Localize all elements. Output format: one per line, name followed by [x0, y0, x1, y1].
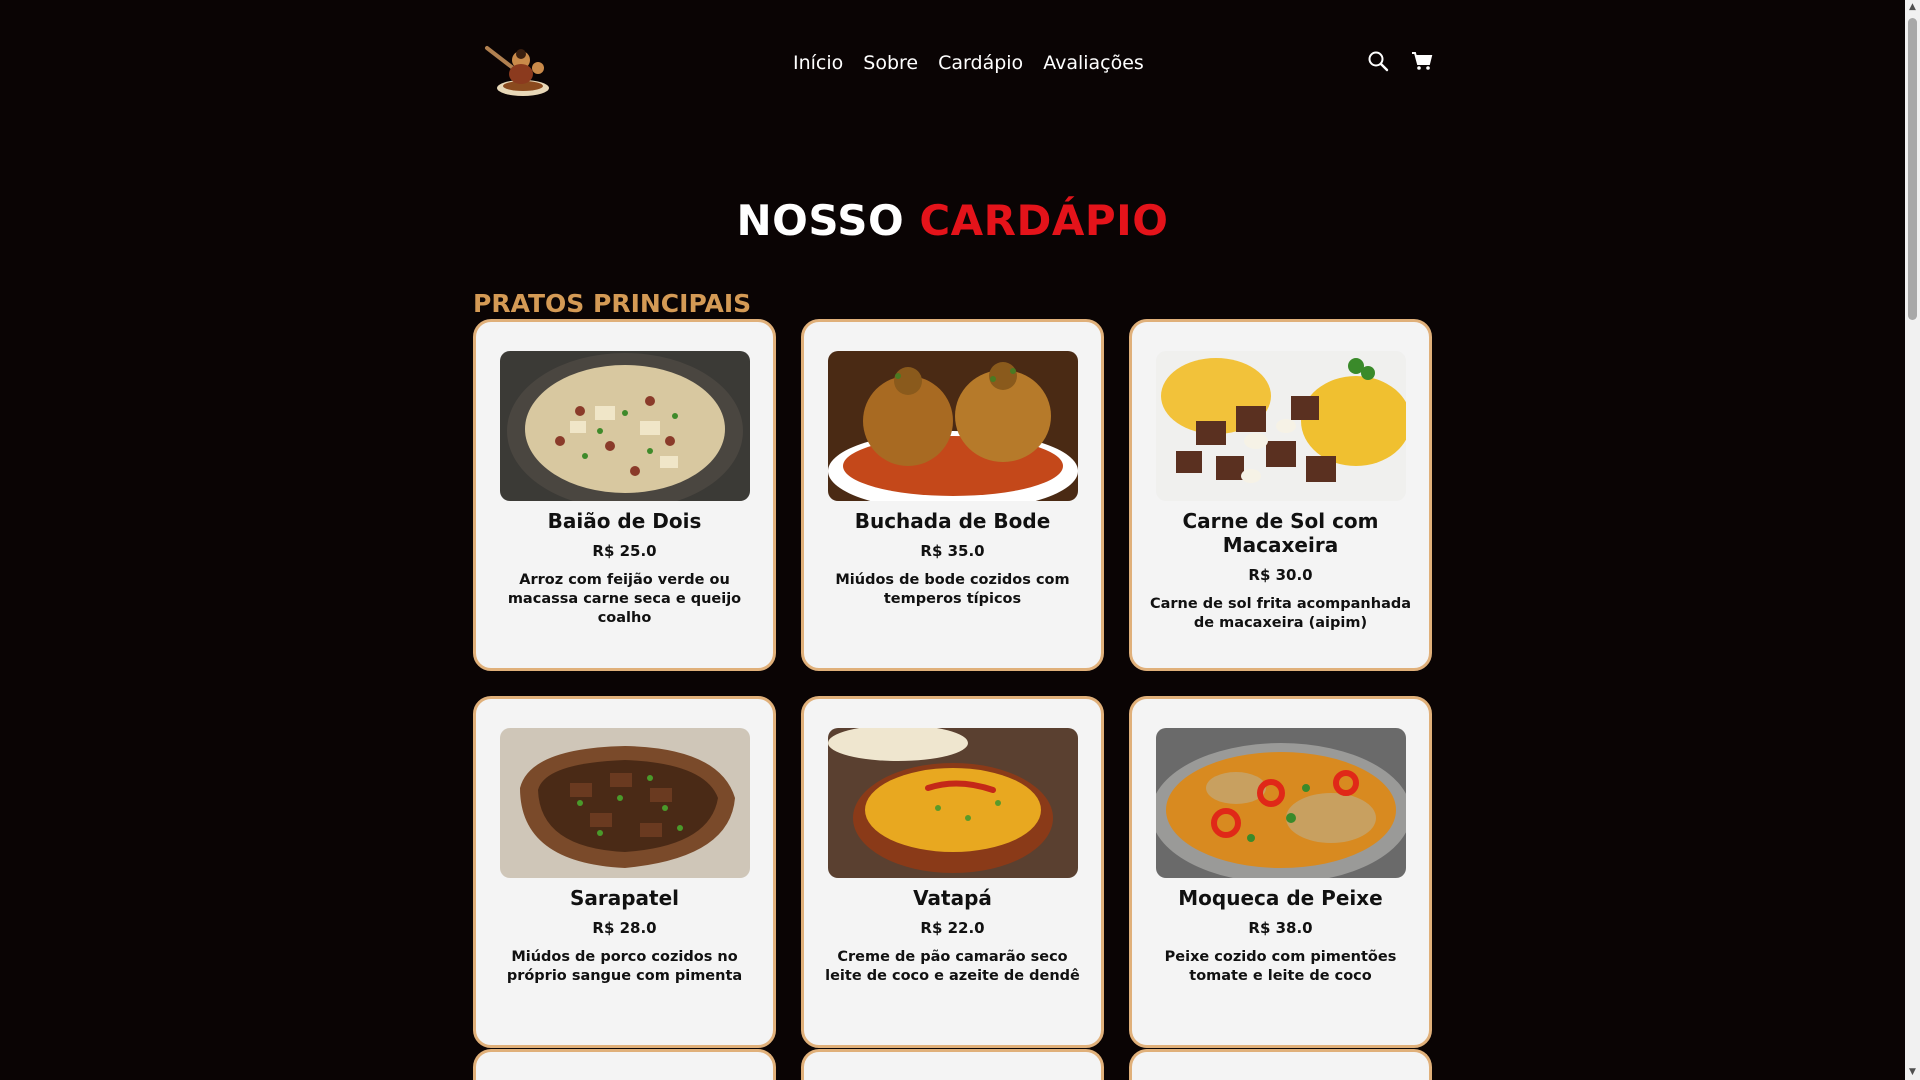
page: Início Sobre Cardápio Avaliações NOSSO C… [0, 0, 1905, 1080]
dish-price: R$ 28.0 [592, 919, 657, 937]
dish-image [1155, 728, 1406, 878]
dish-description: Creme de pão camarão seco leite de coco … [825, 949, 1080, 984]
scroll-up-arrow[interactable]: ▲ [1908, 3, 1917, 12]
dish-name: Carne de Sol com Macaxeira [1182, 509, 1379, 557]
dish-name: Buchada de Bode [854, 509, 1051, 533]
nav-link-avaliacoes[interactable]: Avaliações [1043, 52, 1144, 74]
nav-link-sobre[interactable]: Sobre [863, 52, 918, 74]
dish-description: Peixe cozido com pimentões tomate e leit… [1164, 949, 1397, 984]
cart-icon[interactable] [1411, 50, 1433, 72]
menu-grid-row-partial [473, 1049, 1432, 1080]
menu-card[interactable]: Buchada de Bode R$ 35.0 Miúdos de bode c… [801, 319, 1104, 671]
scroll-down-arrow[interactable]: ▼ [1908, 1068, 1917, 1077]
main-nav: Início Sobre Cardápio Avaliações [793, 52, 1144, 74]
dish-description: Carne de sol frita acompanhada de macaxe… [1149, 596, 1412, 631]
menu-card[interactable]: Sarapatel R$ 28.0 Miúdos de porco cozido… [473, 696, 776, 1048]
dish-image [827, 351, 1078, 501]
menu-card[interactable]: Moqueca de Peixe R$ 38.0 Peixe cozido co… [1129, 696, 1432, 1048]
dish-description: Miúdos de porco cozidos no próprio sangu… [506, 949, 743, 984]
nav-link-inicio[interactable]: Início [793, 52, 843, 74]
menu-card[interactable]: Carne de Sol com Macaxeira R$ 30.0 Carne… [1129, 319, 1432, 671]
dish-price: R$ 35.0 [920, 542, 985, 560]
nav-link-cardapio[interactable]: Cardápio [938, 52, 1023, 74]
page-scrollbar[interactable]: ▲ ▼ [1905, 0, 1920, 1080]
restaurant-logo[interactable] [483, 40, 557, 98]
menu-card[interactable] [1129, 1049, 1432, 1080]
dish-price: R$ 30.0 [1248, 566, 1313, 584]
menu-grid: Baião de Dois R$ 25.0 Arroz com feijão v… [473, 319, 1432, 1048]
scroll-thumb[interactable] [1908, 18, 1917, 320]
dish-image [499, 351, 750, 501]
site-header: Início Sobre Cardápio Avaliações [473, 30, 1433, 108]
page-title-part1: NOSSO [736, 196, 905, 246]
page-title-part2: CARDÁPIO [919, 196, 1169, 246]
dish-image [1155, 351, 1406, 501]
dish-price: R$ 25.0 [592, 542, 657, 560]
dish-price: R$ 22.0 [920, 919, 985, 937]
section-title: PRATOS PRINCIPAIS [473, 288, 752, 318]
dish-name: Vatapá [913, 886, 992, 910]
menu-card[interactable] [801, 1049, 1104, 1080]
menu-card[interactable]: Vatapá R$ 22.0 Creme de pão camarão seco… [801, 696, 1104, 1048]
header-actions [1367, 50, 1433, 72]
search-icon[interactable] [1367, 50, 1389, 72]
dish-image [499, 728, 750, 878]
dish-price: R$ 38.0 [1248, 919, 1313, 937]
dish-name: Sarapatel [569, 886, 680, 910]
menu-card[interactable]: Baião de Dois R$ 25.0 Arroz com feijão v… [473, 319, 776, 671]
menu-card[interactable] [473, 1049, 776, 1080]
dish-description: Arroz com feijão verde ou macassa carne … [507, 572, 742, 626]
dish-description: Miúdos de bode cozidos com temperos típi… [835, 572, 1070, 607]
dish-name: Moqueca de Peixe [1178, 886, 1383, 910]
dish-name: Baião de Dois [547, 509, 702, 533]
page-title: NOSSO CARDÁPIO [0, 196, 1905, 245]
dish-image [827, 728, 1078, 878]
